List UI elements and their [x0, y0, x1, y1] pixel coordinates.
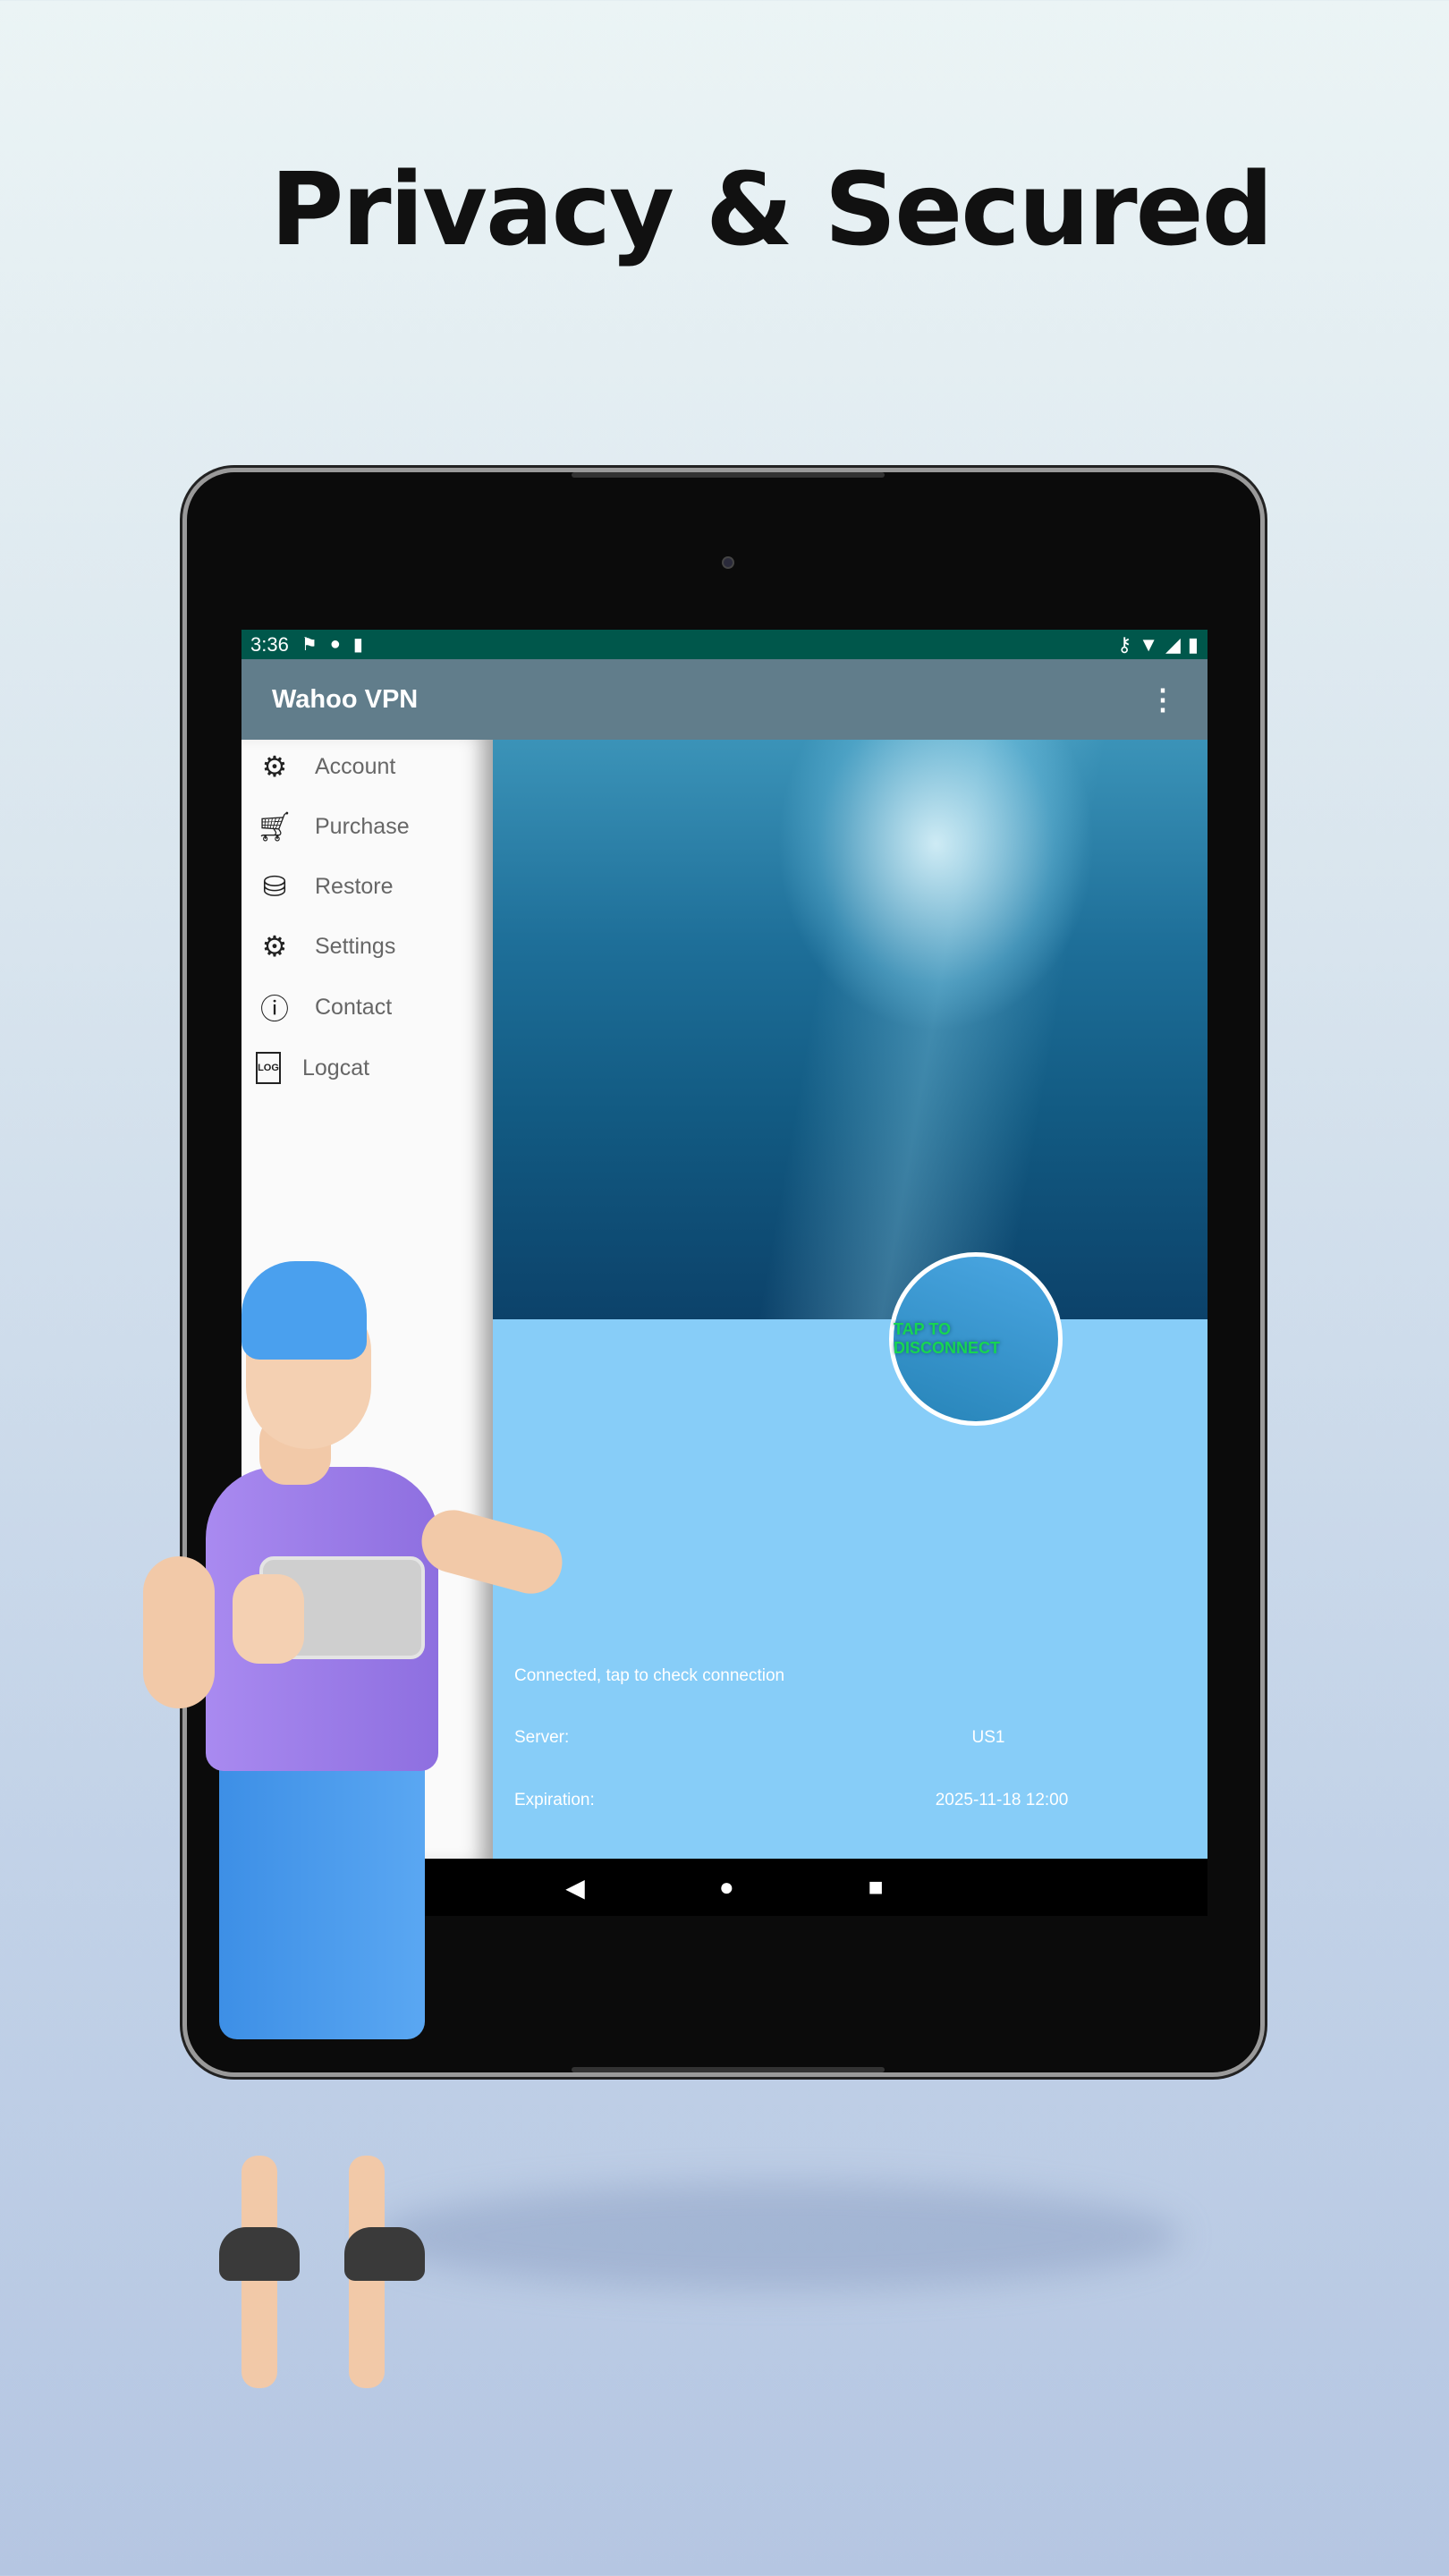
home-icon[interactable]: ● — [719, 1873, 734, 1902]
expiration-value: 2025-11-18 12:00 — [935, 1791, 1069, 1809]
headline: Privacy & Secured — [270, 152, 1273, 268]
person-hair — [242, 1261, 367, 1360]
gear-icon: ⚙ — [261, 930, 288, 962]
notification-icon: ⚑ — [301, 635, 318, 655]
sidebar-item-label: Account — [315, 753, 396, 779]
gear-icon: ⚙ — [261, 750, 288, 783]
recents-icon[interactable]: ■ — [869, 1873, 884, 1902]
wifi-icon: ▼ — [1139, 632, 1158, 656]
sidebar-item-label: Restore — [315, 873, 394, 899]
disconnect-button[interactable]: TAP TO DISCONNECT — [889, 1252, 1063, 1426]
sidebar-item-contact[interactable]: ⓘ Contact — [242, 980, 474, 1034]
status-bar: 3:36 ⚑ ● ▮ ⚷ ▼ ◢ ▮ — [242, 630, 1208, 659]
sidebar-item-account[interactable]: ⚙ Account — [242, 740, 474, 793]
tablet-bottom-edge — [572, 2067, 885, 2072]
sidebar-item-label: Settings — [315, 933, 396, 959]
battery-icon: ▮ — [1187, 632, 1199, 656]
person-hand — [233, 1574, 304, 1664]
database-restore-icon: ⛁ — [262, 870, 287, 902]
sidebar-item-settings[interactable]: ⚙ Settings — [242, 919, 474, 973]
cart-icon: 🛒︎ — [256, 810, 293, 843]
status-time: 3:36 — [250, 632, 289, 656]
camera-icon — [722, 556, 734, 569]
connection-panel — [493, 1319, 1208, 1859]
vpn-key-icon: ⚷ — [1117, 632, 1132, 656]
disconnect-button-label: TAP TO DISCONNECT — [894, 1320, 1001, 1357]
person-shorts — [219, 1744, 425, 2039]
back-icon[interactable]: ◀ — [565, 1873, 585, 1902]
person-arm-left — [143, 1556, 215, 1708]
person-shoe-left — [219, 2227, 300, 2281]
sidebar-item-label: Contact — [315, 994, 393, 1020]
tablet-top-edge — [572, 472, 885, 478]
underwater-banner-image — [493, 740, 1208, 1319]
more-vertical-icon[interactable]: ⋮ — [1148, 682, 1177, 716]
app-icon: ● — [329, 634, 341, 654]
info-bubble-icon: ⓘ — [259, 993, 289, 1025]
log-file-icon: LOG — [256, 1052, 281, 1084]
server-value: US1 — [971, 1728, 1005, 1747]
sidebar-item-label: Purchase — [315, 813, 410, 839]
person-illustration — [143, 1261, 570, 2388]
sidebar-item-restore[interactable]: ⛁ Restore — [242, 860, 474, 913]
app-bar: Wahoo VPN ⋮ — [242, 659, 1208, 740]
sd-card-icon: ▮ — [352, 635, 363, 655]
app-title: Wahoo VPN — [272, 684, 419, 714]
person-shoe-right — [344, 2227, 425, 2281]
sidebar-item-logcat[interactable]: LOG Logcat — [242, 1041, 474, 1095]
sidebar-item-label: Logcat — [302, 1055, 370, 1080]
signal-icon: ◢ — [1165, 632, 1181, 656]
sidebar-item-purchase[interactable]: 🛒︎ Purchase — [242, 800, 474, 853]
